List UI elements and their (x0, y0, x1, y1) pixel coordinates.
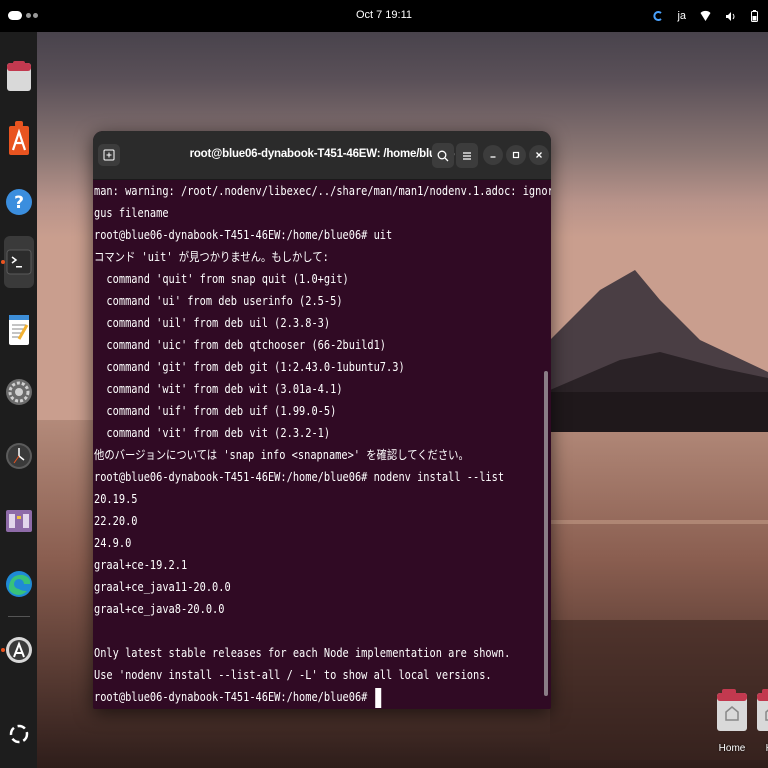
terminal-line: 他のバージョンについては 'snap info <snapname>' を確認し… (94, 448, 469, 462)
text-editor-icon[interactable] (4, 304, 34, 356)
archive-manager-icon[interactable] (4, 494, 34, 546)
terminal-line: command 'vit' from deb vit (2.3.2-1) (94, 426, 331, 440)
minimize-icon (490, 156, 496, 158)
input-method-label[interactable]: ja (677, 10, 686, 22)
terminal-cursor (375, 687, 382, 708)
dock-separator (8, 616, 30, 617)
updater-running-indicator (1, 648, 5, 652)
maximize-button[interactable] (506, 145, 526, 165)
home-folder-icon (756, 688, 768, 732)
terminal-line: 20.19.5 (94, 492, 138, 506)
terminal-window[interactable]: root@blue06-dynabook-T451-46EW: /home/bl… (93, 131, 551, 709)
clock-icon[interactable] (4, 430, 34, 482)
terminal-line: graal+ce-19.2.1 (94, 558, 188, 572)
desktop-icon-label: Home (718, 743, 746, 754)
files-icon[interactable] (4, 50, 34, 102)
minimize-button[interactable] (483, 145, 503, 165)
prompt-text: root@blue06-dynabook-T451-46EW:/home/blu… (94, 690, 374, 704)
terminal-icon[interactable] (4, 236, 34, 288)
terminal-line: 24.9.0 (94, 536, 132, 550)
menu-button[interactable] (456, 143, 478, 168)
terminal-line: root@blue06-dynabook-T451-46EW:/home/blu… (94, 228, 393, 242)
desktop-home-folder-2[interactable]: Ho (752, 688, 768, 754)
terminal-line: command 'wit' from deb wit (3.01a-4.1) (94, 382, 343, 396)
help-icon[interactable]: ? (4, 176, 34, 228)
terminal-line: 22.20.0 (94, 514, 138, 528)
terminal-headerbar[interactable]: root@blue06-dynabook-T451-46EW: /home/bl… (93, 131, 551, 180)
terminal-output[interactable]: man: warning: /root/.nodenv/libexec/../s… (93, 180, 551, 709)
system-tray[interactable]: ja (653, 8, 758, 24)
terminal-line: Use 'nodenv install --list-all / -L' to … (94, 668, 492, 682)
terminal-line: root@blue06-dynabook-T451-46EW:/home/blu… (94, 470, 505, 484)
terminal-line: コマンド 'uit' が見つかりません。もしかして: (94, 250, 329, 264)
terminal-running-indicator (1, 260, 5, 264)
terminal-line: command 'uic' from deb qtchooser (66-2bu… (94, 338, 387, 352)
terminal-line: Only latest stable releases for each Nod… (94, 646, 511, 660)
maximize-icon (512, 151, 520, 159)
terminal-scrollbar[interactable] (544, 371, 548, 696)
terminal-line: man: warning: /root/.nodenv/libexec/../s… (94, 184, 551, 198)
home-folder-icon (716, 688, 748, 732)
terminal-line: command 'quit' from snap quit (1.0+git) (94, 272, 349, 286)
search-button[interactable] (432, 143, 454, 168)
terminal-line: gus filename (94, 206, 169, 220)
svg-text:?: ? (14, 193, 24, 213)
update-icon[interactable] (653, 10, 663, 22)
settings-icon[interactable] (4, 366, 34, 418)
network-icon[interactable] (700, 10, 711, 22)
hamburger-menu-icon (463, 151, 471, 160)
desktop-icon-label: Ho (752, 743, 768, 754)
close-button[interactable] (529, 145, 549, 165)
top-bar: Oct 7 19:11 ja (0, 0, 768, 32)
battery-icon[interactable] (751, 10, 758, 22)
dock: ? (0, 32, 37, 768)
terminal-prompt-line[interactable]: root@blue06-dynabook-T451-46EW:/home/blu… (94, 686, 382, 708)
terminal-line: command 'git' from deb git (1:2.43.0-1ub… (94, 360, 405, 374)
terminal-line: command 'uif' from deb uif (1.99.0-5) (94, 404, 337, 418)
terminal-line: graal+ce_java11-20.0.0 (94, 580, 231, 594)
terminal-line: command 'ui' from deb userinfo (2.5-5) (94, 294, 343, 308)
microsoft-edge-icon[interactable] (4, 558, 34, 610)
terminal-line: graal+ce_java8-20.0.0 (94, 602, 225, 616)
terminal-line: command 'uil' from deb uil (2.3.8-3) (94, 316, 331, 330)
show-apps-icon[interactable] (4, 708, 34, 760)
search-icon (437, 150, 449, 161)
app-center-icon[interactable] (4, 112, 34, 164)
close-icon (536, 152, 542, 158)
desktop-home-folder[interactable]: Home (712, 688, 752, 754)
volume-icon[interactable] (725, 11, 737, 22)
software-updater-icon[interactable] (4, 624, 34, 676)
